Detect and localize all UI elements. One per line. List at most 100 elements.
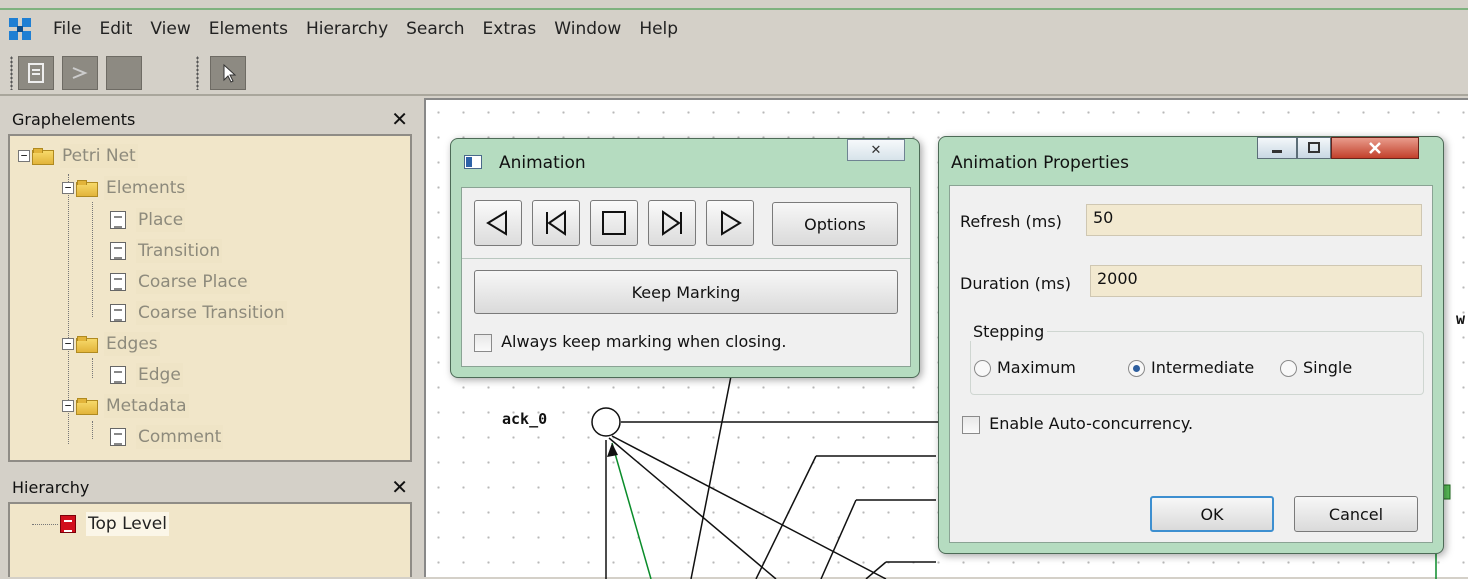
tree-label: Elements [104, 176, 188, 200]
page-icon [110, 366, 126, 384]
tree-item-top-level[interactable]: Top Level [60, 510, 169, 538]
tree-label: Top Level [86, 512, 169, 536]
properties-dialog-title: Animation Properties [951, 153, 1129, 173]
stop-button[interactable] [590, 200, 638, 246]
menu-file[interactable]: File [44, 19, 90, 39]
hierarchy-close-icon[interactable]: ✕ [391, 475, 408, 499]
folder-icon [76, 336, 98, 353]
hierarchy-panel-header: Hierarchy ✕ [8, 474, 412, 500]
tree-label: Transition [136, 239, 223, 263]
tree-item-edge[interactable]: Edge [110, 361, 183, 389]
step-back-button[interactable] [474, 200, 522, 246]
page-icon [110, 304, 126, 322]
pointer-icon[interactable] [210, 56, 246, 90]
tree-item-petri-net[interactable]: − Petri Net [18, 142, 138, 170]
collapse-icon[interactable]: − [18, 150, 30, 162]
menu-search[interactable]: Search [397, 19, 473, 39]
auto-concurrency-row[interactable]: Enable Auto-concurrency. [962, 414, 1193, 434]
tree-label: Edges [104, 332, 160, 356]
tree-label: Coarse Transition [136, 301, 287, 325]
folder-icon [32, 148, 54, 165]
tree-label: Petri Net [60, 144, 138, 168]
menu-hierarchy[interactable]: Hierarchy [297, 19, 397, 39]
window-icon [464, 155, 482, 169]
toolbar-grip-2[interactable] [196, 56, 199, 90]
menu-edit[interactable]: Edit [90, 19, 141, 39]
arc[interactable] [755, 455, 817, 579]
place-ack-0[interactable] [591, 407, 621, 437]
menu-extras[interactable]: Extras [474, 19, 546, 39]
tree-label: Edge [136, 363, 183, 387]
minimize-icon[interactable] [1257, 137, 1297, 159]
page-icon [60, 515, 76, 533]
graphelements-panel-title: Graphelements [12, 109, 136, 129]
tree-guide [92, 358, 93, 378]
tree-item-coarse-place[interactable]: Coarse Place [110, 268, 250, 296]
cancel-button[interactable]: Cancel [1294, 496, 1418, 532]
options-button[interactable]: Options [772, 202, 898, 246]
hierarchy-tree: Top Level [8, 502, 412, 577]
auto-concurrency-checkbox[interactable] [962, 415, 980, 434]
document-icon[interactable] [18, 56, 54, 90]
radio-intermediate[interactable] [1128, 360, 1145, 377]
page-icon [110, 428, 126, 446]
stepping-maximum[interactable]: Maximum [974, 358, 1076, 377]
play-icon [721, 210, 742, 236]
radio-maximum[interactable] [974, 360, 991, 377]
tree-item-edges[interactable]: − Edges [62, 330, 160, 358]
animation-controls: Options Keep Marking Always keep marking… [461, 187, 911, 367]
tree-item-comment[interactable]: Comment [110, 423, 224, 451]
close-icon[interactable]: ✕ [847, 139, 905, 161]
page-icon [110, 273, 126, 291]
tree-item-place[interactable]: Place [110, 206, 186, 234]
page-icon [110, 211, 126, 229]
stepping-intermediate[interactable]: Intermediate [1128, 358, 1254, 377]
menu-window[interactable]: Window [545, 19, 630, 39]
graphelements-close-icon[interactable]: ✕ [391, 107, 408, 131]
always-keep-row[interactable]: Always keep marking when closing. [474, 332, 786, 352]
page-icon [110, 242, 126, 260]
collapse-icon[interactable]: − [62, 182, 74, 194]
place-label: ack_0 [502, 410, 548, 428]
refresh-input[interactable]: 50 [1086, 204, 1422, 236]
arrow-icon[interactable] [62, 56, 98, 90]
folder-icon [76, 180, 98, 197]
graphelements-tree: − Petri Net − Elements Place Transition … [8, 134, 412, 462]
tree-item-elements[interactable]: − Elements [62, 174, 188, 202]
animation-properties-dialog: Animation Properties Refresh (ms) 50 Dur… [938, 136, 1444, 554]
first-step-button[interactable] [532, 200, 580, 246]
tree-label: Coarse Place [136, 270, 250, 294]
active-arc[interactable] [611, 442, 652, 579]
animation-dialog: Animation ✕ Options Keep Marking Always … [450, 138, 920, 378]
toolbar-grip[interactable] [10, 56, 13, 90]
app-logo-icon [8, 17, 32, 41]
tree-label: Comment [136, 425, 224, 449]
blank-icon[interactable] [106, 56, 142, 90]
duration-input[interactable]: 2000 [1090, 265, 1422, 297]
step-forward-button[interactable] [706, 200, 754, 246]
radio-single-label: Single [1303, 358, 1353, 377]
tree-item-coarse-transition[interactable]: Coarse Transition [110, 299, 287, 327]
close-icon[interactable] [1331, 137, 1419, 159]
menu-view[interactable]: View [141, 19, 199, 39]
stop-icon [602, 211, 626, 235]
collapse-icon[interactable]: − [62, 400, 74, 412]
maximize-icon[interactable] [1297, 137, 1331, 159]
menu-help[interactable]: Help [630, 19, 687, 39]
skip-end-icon [662, 210, 682, 236]
hierarchy-panel-title: Hierarchy [12, 477, 90, 497]
ok-button[interactable]: OK [1150, 496, 1274, 532]
arc[interactable] [820, 499, 857, 579]
keep-marking-button[interactable]: Keep Marking [474, 270, 898, 314]
arc[interactable] [611, 435, 887, 579]
always-keep-checkbox[interactable] [474, 333, 492, 352]
radio-single[interactable] [1280, 360, 1297, 377]
refresh-label: Refresh (ms) [960, 212, 1062, 231]
stepping-single[interactable]: Single [1280, 358, 1352, 377]
tree-item-transition[interactable]: Transition [110, 237, 223, 265]
tree-item-metadata[interactable]: − Metadata [62, 392, 189, 420]
collapse-icon[interactable]: − [62, 338, 74, 350]
folder-icon [76, 398, 98, 415]
last-step-button[interactable] [648, 200, 696, 246]
menu-elements[interactable]: Elements [200, 19, 297, 39]
